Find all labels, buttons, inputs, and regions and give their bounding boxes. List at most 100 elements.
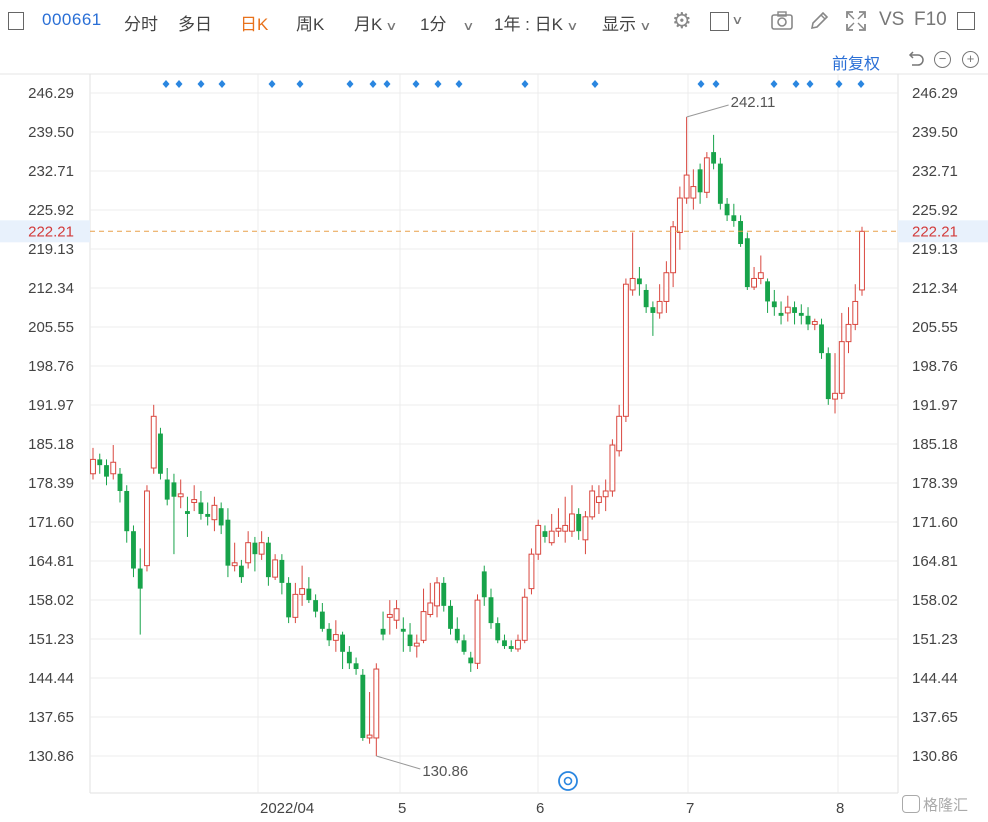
y-tick-right: 144.44 [912, 670, 958, 687]
candle-body-down [117, 473, 123, 491]
y-tick-left: 246.29 [28, 85, 74, 102]
candle-body-down [441, 582, 447, 606]
candle-body-down [636, 278, 642, 285]
event-marker-icon [835, 80, 843, 88]
candle-body-up [852, 300, 859, 325]
max-price-label: 242.11 [731, 94, 776, 111]
candle-body-up [676, 197, 683, 234]
event-marker-icon [296, 80, 304, 88]
event-marker-icon [792, 80, 800, 88]
candle-body-down [400, 628, 406, 632]
y-tick-right: 239.50 [912, 124, 958, 141]
gelonghui-logo-icon [902, 795, 920, 813]
candle-body-up [555, 527, 562, 532]
candle-body-up [656, 300, 663, 314]
candle-body-down [218, 508, 224, 526]
event-marker-icon [175, 80, 183, 88]
y-tick-left: 178.39 [28, 475, 74, 492]
candle-body-down [468, 657, 474, 664]
candle-body-up [521, 596, 528, 641]
candle-body-down [124, 490, 130, 532]
event-marker-icon [521, 80, 529, 88]
candle-body-up [299, 588, 306, 595]
current-price-label-right: 222.21 [912, 223, 958, 240]
y-tick-right: 198.76 [912, 358, 958, 375]
y-tick-left: 171.60 [28, 514, 74, 531]
y-tick-right: 130.86 [912, 748, 958, 765]
y-tick-right: 191.97 [912, 397, 958, 414]
candle-body-down [407, 634, 413, 647]
y-tick-left: 205.55 [28, 319, 74, 336]
candle-body-down [353, 663, 359, 670]
candle-body-down [306, 588, 312, 601]
candle-body-up [332, 634, 339, 641]
candle-body-down [252, 542, 258, 555]
candle-body-up [811, 321, 818, 325]
min-price-label: 130.86 [422, 763, 468, 780]
candle-body-up [703, 157, 710, 193]
candle-body-up [231, 562, 238, 567]
candle-body-down [340, 634, 346, 652]
candle-body-down [164, 479, 170, 500]
current-price-label-left: 222.21 [28, 223, 74, 240]
y-tick-left: 225.92 [28, 202, 74, 219]
min-pointer [376, 755, 421, 770]
max-pointer [686, 104, 729, 118]
y-tick-right: 178.39 [912, 475, 958, 492]
candle-body-up [582, 516, 589, 541]
candle-body-up [427, 602, 434, 615]
y-tick-right: 151.23 [912, 631, 958, 648]
y-tick-left: 144.44 [28, 670, 74, 687]
event-marker-icon [591, 80, 599, 88]
at-badge-icon [558, 771, 578, 791]
event-marker-icon [346, 80, 354, 88]
candle-body-down [326, 628, 332, 641]
candle-body-up [366, 734, 373, 739]
candle-body-down [205, 513, 211, 517]
candle-body-down [798, 312, 804, 316]
candle-body-up [528, 553, 535, 590]
candle-body-down [731, 215, 737, 222]
y-tick-left: 232.71 [28, 163, 74, 180]
candle-body-down [104, 465, 109, 477]
y-tick-left: 239.50 [28, 124, 74, 141]
x-tick-label: 7 [686, 800, 694, 817]
candle-body-down [238, 565, 244, 578]
candle-body-down [279, 559, 285, 583]
candle-body-down [502, 640, 507, 647]
candle-body-down [380, 628, 386, 635]
candle-body-down [158, 433, 163, 474]
candlestick-chart[interactable]: 246.29 246.29 239.50 239.50 232.71 232.71 225.… [0, 0, 988, 822]
candle-body-up [373, 668, 380, 739]
event-marker-icon [434, 80, 442, 88]
candle-body-up [751, 277, 757, 288]
candle-body-up [569, 513, 575, 532]
candle-body-down [495, 623, 501, 641]
candle-body-up [434, 582, 440, 607]
candle-body-down [171, 482, 177, 497]
y-tick-right: 158.02 [912, 592, 958, 609]
candle-body-up [683, 174, 690, 199]
candle-body-up [845, 323, 852, 343]
candle-body-up [663, 272, 670, 302]
candle-body-down [454, 628, 460, 641]
event-marker-icon [697, 80, 705, 88]
y-tick-right: 185.18 [912, 436, 958, 453]
candle-body-up [784, 306, 791, 314]
candle-body-up [589, 490, 596, 518]
y-tick-right: 137.65 [912, 709, 958, 726]
candle-body-up [413, 642, 420, 647]
at-badge-inner [563, 776, 573, 786]
event-marker-icon [806, 80, 814, 88]
y-tick-right: 219.13 [912, 241, 958, 258]
candle-body-up [670, 226, 677, 274]
y-tick-right: 246.29 [912, 85, 958, 102]
candle-body-up [474, 599, 481, 664]
candle-body-up [90, 458, 96, 475]
candle-body-up [292, 593, 299, 618]
candle-body-down [805, 315, 811, 325]
candle-body-up [144, 490, 150, 567]
event-marker-icon [268, 80, 276, 88]
x-tick-label: 6 [536, 800, 544, 817]
candle-body-down [792, 307, 797, 313]
